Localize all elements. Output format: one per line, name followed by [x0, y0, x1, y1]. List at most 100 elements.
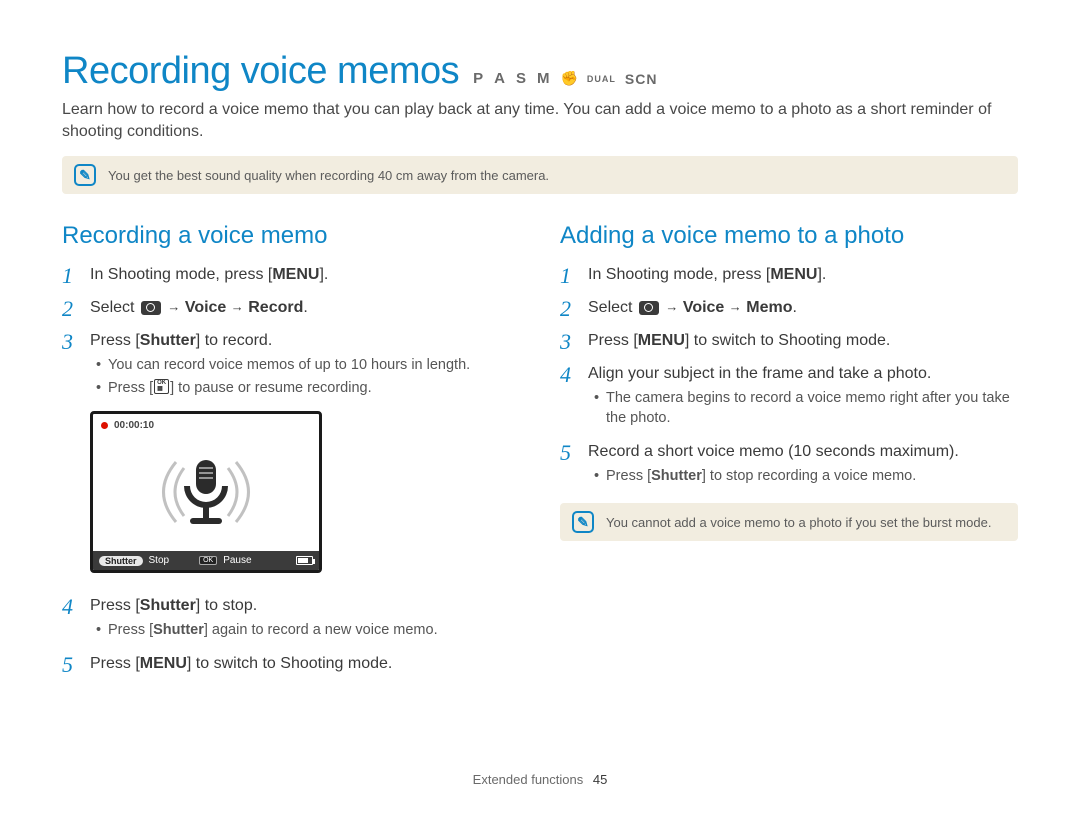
text: ] to stop recording a voice memo. [702, 468, 916, 484]
substep: Press [Shutter] again to record a new vo… [96, 621, 520, 641]
mode-p: P [473, 70, 485, 87]
intro-text: Learn how to record a voice memo that yo… [62, 99, 1018, 142]
text: Select [90, 299, 139, 316]
right-step-3: 3 Press [MENU] to switch to Shooting mod… [560, 330, 1018, 353]
text: ] to stop. [196, 597, 257, 614]
step-number: 3 [560, 330, 578, 353]
shutter-label: Shutter [153, 622, 204, 638]
mode-s: S [516, 70, 528, 87]
ok-icon: OK▦ [154, 379, 169, 394]
menu-button-label: MENU [272, 266, 319, 283]
shutter-label: Shutter [140, 332, 196, 349]
left-step-4: 4 Press [Shutter] to stop. Press [Shutte… [62, 595, 520, 643]
mode-indicators: P A S M ✊ DUAL SCN [473, 70, 657, 87]
arrow-icon: → [665, 299, 678, 314]
text: Press [ [108, 622, 153, 638]
note-icon: ✎ [74, 164, 96, 186]
step-number: 4 [62, 595, 80, 643]
lcd-ok-icon: OK [199, 556, 217, 565]
footer-section: Extended functions [473, 772, 584, 787]
menu-path-voice: Voice [683, 299, 725, 316]
text: ] to switch to Shooting mode. [187, 655, 392, 672]
text: Press [ [108, 380, 153, 396]
lcd-pause-label: Pause [223, 555, 251, 566]
text: Press [ [90, 597, 140, 614]
tip-bar-top: ✎ You get the best sound quality when re… [62, 156, 1018, 194]
text: Align your subject in the frame and take… [588, 365, 931, 382]
page-title: Recording voice memos [62, 50, 459, 93]
text: ]. [319, 266, 328, 283]
text: Select [588, 299, 637, 316]
text: In Shooting mode, press [ [588, 266, 770, 283]
page-footer: Extended functions 45 [0, 772, 1080, 787]
page-number: 45 [593, 772, 607, 787]
text: Record a short voice memo (10 seconds ma… [588, 443, 959, 460]
mode-m: M [537, 70, 552, 87]
mode-hand-icon: ✊ [560, 70, 577, 87]
substep: Press [Shutter] to stop recording a voic… [594, 467, 1018, 487]
text: In Shooting mode, press [ [90, 266, 272, 283]
menu-button-label: MENU [770, 266, 817, 283]
text: Press [ [588, 332, 638, 349]
step-number: 5 [62, 653, 80, 676]
shutter-label: Shutter [651, 468, 702, 484]
text: ] to record. [196, 332, 272, 349]
mode-dual: DUAL [587, 74, 616, 84]
substep: Press [OK▦] to pause or resume recording… [96, 379, 520, 399]
camera-lcd-illustration: 00:00:10 [90, 411, 322, 573]
arrow-icon: → [167, 299, 180, 314]
left-column: Recording a voice memo 1 In Shooting mod… [62, 222, 520, 686]
tip-bar-right: ✎ You cannot add a voice memo to a photo… [560, 503, 1018, 541]
menu-path-record: Record [248, 299, 303, 316]
text: ]. [817, 266, 826, 283]
left-step-1: 1 In Shooting mode, press [MENU]. [62, 264, 520, 287]
lcd-stop-label: Stop [149, 555, 170, 566]
lcd-timer: 00:00:10 [114, 420, 154, 431]
substep: The camera begins to record a voice memo… [594, 389, 1018, 428]
text: ] again to record a new voice memo. [204, 622, 438, 638]
text: ] to pause or resume recording. [170, 380, 372, 396]
left-step-2: 2 Select → Voice → Record. [62, 297, 520, 320]
menu-path-memo: Memo [746, 299, 792, 316]
arrow-icon: → [729, 299, 742, 314]
text: Press [ [90, 332, 140, 349]
text: ] to switch to Shooting mode. [685, 332, 890, 349]
right-step-4: 4 Align your subject in the frame and ta… [560, 363, 1018, 431]
arrow-icon: → [231, 299, 244, 314]
camera-icon [141, 301, 161, 315]
menu-path-voice: Voice [185, 299, 227, 316]
tip-text: You get the best sound quality when reco… [108, 168, 549, 183]
step-number: 2 [62, 297, 80, 320]
left-step-5: 5 Press [MENU] to switch to Shooting mod… [62, 653, 520, 676]
camera-icon [639, 301, 659, 315]
right-heading: Adding a voice memo to a photo [560, 222, 1018, 250]
step-number: 4 [560, 363, 578, 431]
step-number: 2 [560, 297, 578, 320]
lcd-shutter-pill: Shutter [99, 556, 143, 566]
menu-button-label: MENU [140, 655, 187, 672]
left-step-3: 3 Press [Shutter] to record. You can rec… [62, 330, 520, 401]
right-step-1: 1 In Shooting mode, press [MENU]. [560, 264, 1018, 287]
right-step-2: 2 Select → Voice → Memo. [560, 297, 1018, 320]
record-dot-icon [101, 422, 108, 429]
right-step-5: 5 Record a short voice memo (10 seconds … [560, 441, 1018, 489]
shutter-label: Shutter [140, 597, 196, 614]
right-column: Adding a voice memo to a photo 1 In Shoo… [560, 222, 1018, 686]
note-icon: ✎ [572, 511, 594, 533]
battery-icon [296, 556, 313, 565]
step-number: 5 [560, 441, 578, 489]
microphone-icon [136, 442, 276, 542]
left-heading: Recording a voice memo [62, 222, 520, 250]
text: Press [ [90, 655, 140, 672]
step-number: 1 [62, 264, 80, 287]
tip-text: You cannot add a voice memo to a photo i… [606, 515, 991, 530]
text: Press [ [606, 468, 651, 484]
step-number: 1 [560, 264, 578, 287]
substep: You can record voice memos of up to 10 h… [96, 356, 520, 376]
step-number: 3 [62, 330, 80, 401]
text: . [792, 299, 796, 316]
text: . [303, 299, 307, 316]
mode-scn: SCN [625, 71, 658, 87]
mode-a: A [494, 70, 507, 87]
menu-button-label: MENU [638, 332, 685, 349]
